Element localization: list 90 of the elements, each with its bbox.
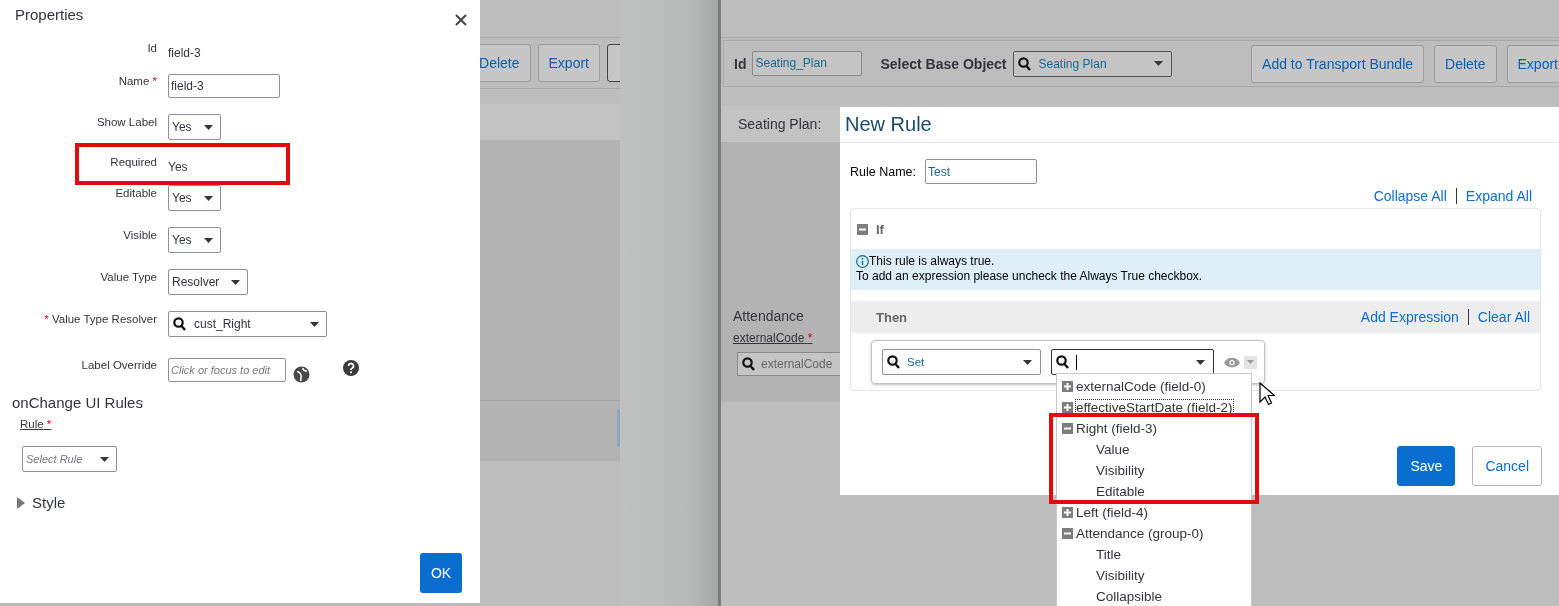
field-label: Visible xyxy=(123,229,157,241)
collapse-icon[interactable] xyxy=(857,223,868,235)
expand-icon[interactable] xyxy=(1062,381,1073,392)
link[interactable]: Clear All xyxy=(1477,309,1530,325)
caret-icon xyxy=(1196,359,1205,365)
tree-item[interactable]: externalCode (field-0) xyxy=(1057,376,1251,397)
group-title: Attendance xyxy=(733,308,804,324)
caret-icon xyxy=(203,237,213,243)
tree-item[interactable]: Title xyxy=(1057,544,1251,565)
dialog-title: New Rule xyxy=(845,113,932,135)
toolbar-button[interactable]: Delete xyxy=(480,44,531,82)
search-icon xyxy=(173,317,186,331)
toolbar-button[interactable]: Delete xyxy=(1434,44,1497,83)
link[interactable]: Add Expression xyxy=(1360,309,1459,325)
collapse-icon[interactable] xyxy=(1062,423,1073,434)
caret-icon xyxy=(1247,360,1254,364)
dropdown-field[interactable]: Yes xyxy=(168,227,221,253)
toolbar-button[interactable]: Export xyxy=(537,44,600,82)
field-label: Required xyxy=(110,156,157,168)
field-label: Name xyxy=(118,75,150,87)
caret-icon xyxy=(100,456,109,462)
field-label: Id xyxy=(734,55,747,72)
field-label: Value Type xyxy=(100,271,157,283)
field-label: Rule Name: xyxy=(850,164,916,179)
tree-item[interactable]: Visibility xyxy=(1057,565,1251,586)
dropdown-field[interactable]: Resolver xyxy=(168,269,249,295)
caret-icon xyxy=(203,124,213,130)
mouse-pointer-icon xyxy=(1259,382,1275,406)
field-label: Value Type Resolver xyxy=(51,313,157,325)
field-label: Show Label xyxy=(96,116,157,128)
text-field[interactable]: Seating_Plan xyxy=(752,51,863,76)
required-mark: * xyxy=(44,313,49,325)
field-label: Select Base Object xyxy=(880,55,1007,72)
tree-item[interactable]: Collapsible xyxy=(1057,586,1251,606)
caret-icon xyxy=(310,321,319,327)
expand-arrow-icon[interactable] xyxy=(17,496,25,509)
text-field[interactable]: field-3 xyxy=(168,74,280,98)
section-label: If xyxy=(876,221,884,237)
search-dropdown[interactable]: Set xyxy=(882,349,1041,375)
search-icon xyxy=(887,355,900,369)
tree-item[interactable]: Left (field-4) xyxy=(1057,502,1251,523)
section-label: Then xyxy=(876,309,908,325)
tree-item[interactable]: Value xyxy=(1057,439,1251,460)
expand-icon[interactable] xyxy=(1062,402,1073,413)
expand-icon[interactable] xyxy=(1062,507,1073,518)
section-title: Seating Plan: xyxy=(738,116,822,132)
caret-icon xyxy=(203,195,213,201)
dropdown-field[interactable]: Yes xyxy=(168,185,221,211)
search-icon xyxy=(742,357,755,371)
caret-icon xyxy=(1153,61,1163,66)
search-icon xyxy=(1017,56,1031,71)
close-icon[interactable] xyxy=(455,14,467,26)
info-message: This rule is always true. To add an expression please uncheck the Always True checkbox. xyxy=(851,249,1540,290)
eye-icon[interactable] xyxy=(1224,356,1240,368)
search-dropdown[interactable]: Seating Plan xyxy=(1012,50,1172,77)
required-mark: * xyxy=(152,75,157,87)
section-title: Style xyxy=(32,494,66,511)
dropdown-toggle[interactable] xyxy=(1244,355,1257,369)
field-label: Editable xyxy=(115,187,157,199)
toolbar-button[interactable]: Export xyxy=(1506,44,1559,83)
caret-icon xyxy=(1023,359,1032,365)
save-button[interactable]: Save xyxy=(1397,446,1456,486)
field-label: externalCode * xyxy=(733,331,813,345)
collapse-icon[interactable] xyxy=(1062,528,1073,539)
globe-icon[interactable] xyxy=(293,365,310,383)
field-value: field-3 xyxy=(168,46,201,60)
dropdown-field[interactable]: Select Rule xyxy=(22,446,117,472)
tree-item[interactable]: Right (field-3) xyxy=(1057,418,1251,439)
info-icon xyxy=(856,255,869,268)
panel-title: Properties xyxy=(15,6,84,23)
tree-item[interactable]: Visibility xyxy=(1057,460,1251,481)
tree-item[interactable]: Attendance (group-0) xyxy=(1057,523,1251,544)
field-label: Id xyxy=(147,42,157,54)
search-icon xyxy=(1056,355,1069,369)
text-field[interactable]: Click or focus to edit xyxy=(168,358,286,382)
cancel-button[interactable]: Cancel xyxy=(1472,446,1542,486)
ok-button[interactable]: OK xyxy=(420,553,462,593)
toolbar-button[interactable]: Add to Transport Bundle xyxy=(1251,44,1425,83)
field-label: Rule xyxy=(20,418,44,430)
link[interactable]: Expand All xyxy=(1465,188,1532,204)
text-field[interactable]: Test xyxy=(925,159,1037,184)
section-title: onChange UI Rules xyxy=(12,394,144,411)
required-mark: * xyxy=(46,418,52,430)
help-icon[interactable] xyxy=(343,360,359,376)
field-label: Label Override xyxy=(81,359,157,371)
link[interactable]: Collapse All xyxy=(1373,188,1447,204)
dropdown-field[interactable]: Yes xyxy=(168,114,221,140)
search-dropdown[interactable]: cust_Right xyxy=(168,311,327,337)
caret-icon xyxy=(231,279,241,285)
field-value: Yes xyxy=(168,160,188,174)
